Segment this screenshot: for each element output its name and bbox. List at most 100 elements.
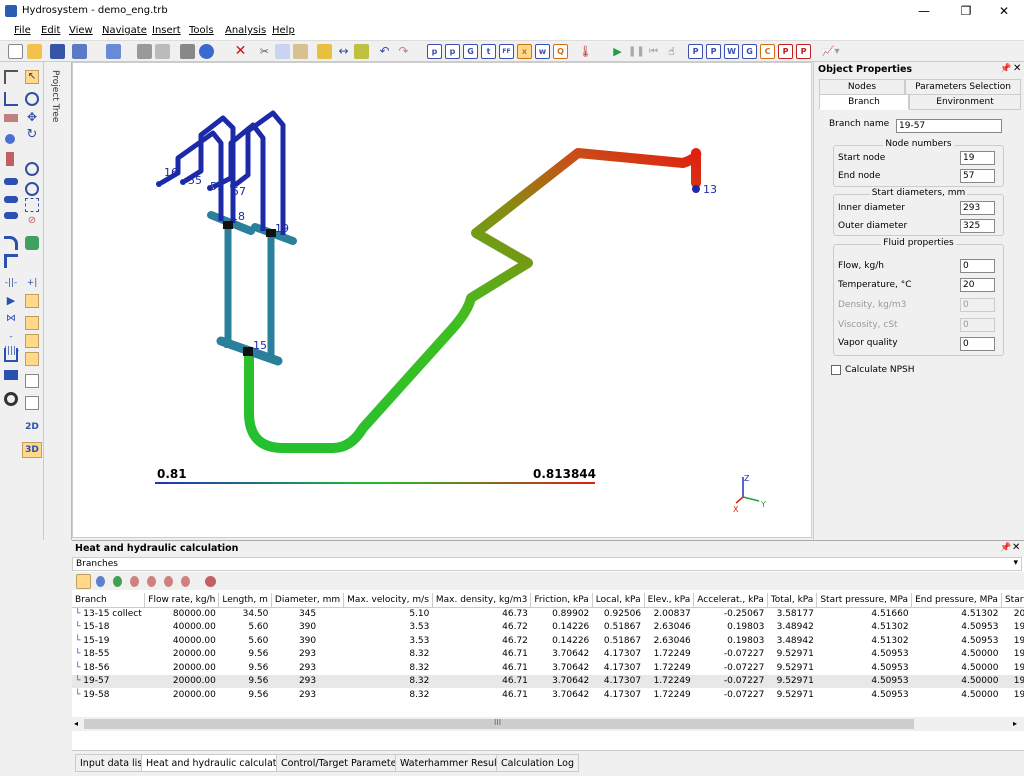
menu-help[interactable]: Help: [272, 25, 295, 36]
minimize-button[interactable]: —: [904, 0, 944, 22]
tab-environment[interactable]: Environment: [909, 94, 1021, 110]
menu-view[interactable]: View: [69, 25, 93, 36]
bend-icon[interactable]: [4, 236, 18, 250]
col-flow-rate[interactable]: Flow rate, kg/h: [144, 593, 220, 608]
col-max-velocity[interactable]: Max. velocity, m/s: [343, 593, 433, 608]
scroll-left-icon[interactable]: ◂: [74, 719, 78, 728]
pin-icon[interactable]: 📌: [1000, 64, 1011, 74]
insert-node-icon[interactable]: +|: [25, 276, 39, 290]
flange-icon[interactable]: -||-: [4, 276, 18, 290]
col-local[interactable]: Local, kPa: [592, 593, 645, 608]
node-dot-16[interactable]: [156, 181, 162, 187]
result-c-icon[interactable]: C: [760, 44, 775, 59]
result-g-icon[interactable]: G: [742, 44, 757, 59]
thermometer-icon[interactable]: 🌡: [578, 44, 593, 59]
tab-control-target[interactable]: Control/Target Parameters: [276, 754, 411, 772]
tab-waterhammer[interactable]: Waterhammer Results: [395, 754, 511, 772]
branch-name-input[interactable]: 19-57: [896, 119, 1002, 133]
menu-file[interactable]: File: [14, 25, 31, 36]
bottom-close-icon[interactable]: ✕: [1012, 542, 1020, 553]
inner-diameter-input[interactable]: 293: [960, 201, 995, 215]
drop-blue-icon[interactable]: [96, 576, 105, 587]
scrollbar-thumb[interactable]: III: [84, 718, 914, 729]
redo-icon[interactable]: ↷: [396, 44, 411, 59]
col-diameter[interactable]: Diameter, mm: [271, 593, 345, 608]
table-row[interactable]: └ 18-55 20000.00 9.56 293 8.32 46.71 3.70642 4.…: [72, 648, 1024, 662]
connect-icon[interactable]: ↔: [336, 44, 351, 59]
zoom-extents-icon[interactable]: [25, 198, 39, 212]
nozzle-icon[interactable]: [4, 212, 18, 219]
pipe-model-svg[interactable]: 16 55 53 57 18 19 15 13 0.81 0.813844 Z …: [73, 63, 813, 539]
stop-icon[interactable]: [205, 576, 216, 587]
view-2d-button[interactable]: 2D: [22, 420, 42, 434]
elbow-icon[interactable]: [4, 92, 18, 106]
paste-icon[interactable]: [293, 44, 308, 59]
menu-edit[interactable]: Edit: [41, 25, 60, 36]
select-pointer-icon[interactable]: ↖: [25, 70, 39, 84]
node-dot-55[interactable]: [180, 179, 186, 185]
edit-pipe-icon[interactable]: [354, 44, 369, 59]
scroll-right-icon[interactable]: ▸: [1013, 719, 1017, 728]
report-t-icon[interactable]: t: [481, 44, 496, 59]
ring-icon[interactable]: [4, 392, 18, 406]
run-icon[interactable]: ▶: [610, 44, 625, 59]
pipe-segment-icon[interactable]: [4, 178, 18, 185]
report-doc-icon[interactable]: [25, 374, 39, 388]
tab-heat-hydraulic[interactable]: Heat and hydraulic calculation: [141, 754, 296, 772]
tee-icon[interactable]: [4, 70, 18, 84]
tab-nodes[interactable]: Nodes: [819, 79, 905, 95]
maximize-button[interactable]: ❐: [946, 0, 986, 22]
flow-input[interactable]: 0: [960, 259, 995, 273]
view-3d-button[interactable]: 3D: [22, 442, 42, 458]
new-file-icon[interactable]: [8, 44, 23, 59]
node-block-15[interactable]: [243, 347, 253, 356]
col-elev[interactable]: Elev., kPa: [644, 593, 695, 608]
close-button[interactable]: ✕: [984, 0, 1024, 22]
report-p2-icon[interactable]: p: [445, 44, 460, 59]
grid-view-icon[interactable]: [76, 574, 91, 589]
save-icon[interactable]: [50, 44, 65, 59]
spec-doc-icon[interactable]: [25, 396, 39, 410]
drop-red3-icon[interactable]: [164, 576, 173, 587]
main-pipe[interactable]: [244, 148, 702, 453]
step-back-icon[interactable]: ⏮: [646, 44, 661, 59]
col-accelerat[interactable]: Accelerat., kPa: [693, 593, 768, 608]
start-node-input[interactable]: 19: [960, 151, 995, 165]
bottom-pin-icon[interactable]: 📌: [1000, 543, 1011, 553]
npsh-checkbox[interactable]: [831, 365, 841, 375]
print-preview-icon[interactable]: [155, 44, 170, 59]
drop-red1-icon[interactable]: [130, 576, 139, 587]
report-w-icon[interactable]: w: [535, 44, 550, 59]
end-node-input[interactable]: 57: [960, 169, 995, 183]
result-p3-icon[interactable]: P: [778, 44, 793, 59]
filter-icon[interactable]: [6, 152, 14, 166]
col-length[interactable]: Length, m: [218, 593, 272, 608]
table-icon[interactable]: [72, 44, 87, 59]
undo-icon[interactable]: ↶: [377, 44, 392, 59]
tab-parameters-selection[interactable]: Parameters Selection: [905, 79, 1021, 95]
report-p-icon[interactable]: p: [427, 44, 442, 59]
tab-branch[interactable]: Branch: [819, 94, 909, 110]
anchor-icon[interactable]: [25, 352, 39, 366]
table-row[interactable]: └ 19-58 20000.00 9.56 293 8.32 46.71 3.70642 4.…: [72, 688, 1024, 702]
report-g-icon[interactable]: G: [463, 44, 478, 59]
table-row[interactable]: └ 15-19 40000.00 5.60 390 3.53 46.72 0.14226 0.…: [72, 634, 1024, 648]
table-row[interactable]: └ 13-15 collect 80000.00 34.50 345 5.10 46.73…: [72, 607, 1024, 621]
tank-icon[interactable]: [4, 370, 18, 380]
view-cube-icon[interactable]: [25, 236, 39, 250]
vapor-quality-input[interactable]: 0: [960, 337, 995, 351]
report-ff-icon[interactable]: FF: [499, 44, 514, 59]
report-x-icon[interactable]: x: [517, 44, 532, 59]
drop-green-icon[interactable]: [113, 576, 122, 587]
zoom-in-icon[interactable]: [25, 182, 39, 196]
menu-tools[interactable]: Tools: [189, 25, 214, 36]
guide-icon[interactable]: [25, 334, 39, 348]
drop-red4-icon[interactable]: [181, 576, 190, 587]
outer-diameter-input[interactable]: 325: [960, 219, 995, 233]
support-icon[interactable]: [25, 316, 39, 330]
pause-icon[interactable]: ❚❚: [628, 44, 645, 59]
table-row[interactable]: └ 18-56 20000.00 9.56 293 8.32 46.71 3.70642 4.…: [72, 661, 1024, 675]
pan-icon[interactable]: ✥: [25, 110, 39, 124]
zoom-icon[interactable]: [25, 92, 39, 106]
loop-icon[interactable]: [4, 348, 18, 362]
